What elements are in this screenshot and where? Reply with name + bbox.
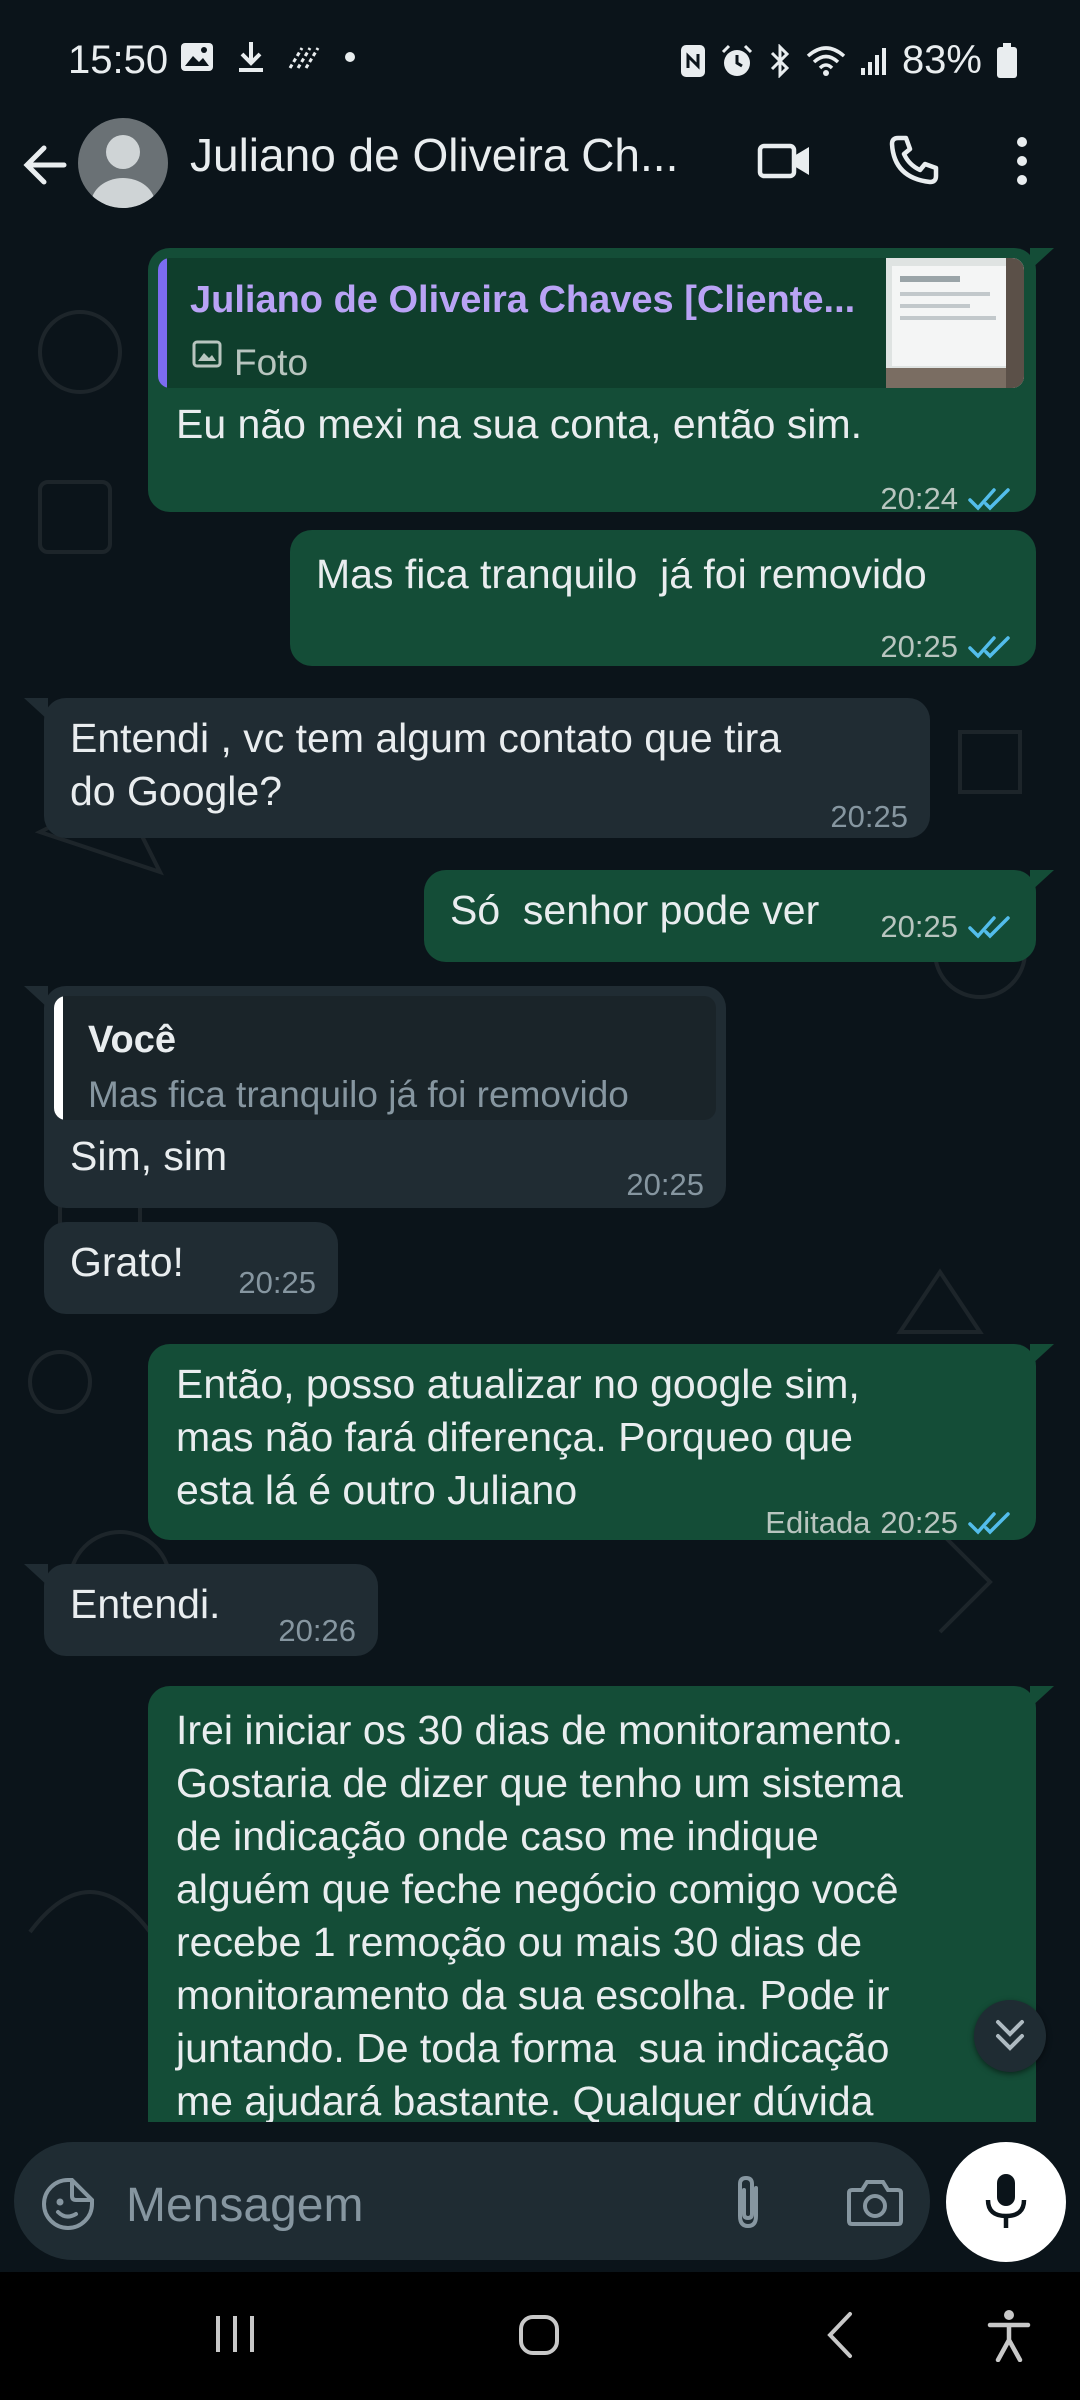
message-text: Entendi , vc tem algum contato que tira … <box>70 715 782 814</box>
gallery-icon <box>181 43 213 71</box>
bubble-tail <box>24 698 48 720</box>
status-left-icons <box>180 40 356 74</box>
message-text: Irei iniciar os 30 dias de monitoramento… <box>176 1707 903 2122</box>
read-ticks-icon <box>968 635 1010 659</box>
dot-icon <box>345 52 355 62</box>
message-text: Sim, sim <box>70 1133 228 1179</box>
message-meta: 20:26 <box>278 1604 356 1657</box>
more-options-icon[interactable] <box>1004 132 1040 190</box>
message-bubble-outgoing[interactable]: Só senhor pode ver 20:25 <box>424 870 1036 962</box>
accessibility-icon[interactable] <box>986 2308 1032 2362</box>
message-time: 20:25 <box>238 1265 316 1300</box>
message-meta: 20:24 <box>880 472 1012 525</box>
status-time: 15:50 <box>68 38 169 82</box>
status-right-icons: 83% <box>680 38 1018 83</box>
home-icon[interactable] <box>516 2312 562 2358</box>
message-text: Grato! <box>70 1239 184 1285</box>
read-ticks-icon <box>968 487 1010 511</box>
bubble-tail <box>24 986 48 1008</box>
message-input[interactable]: Mensagem <box>14 2142 930 2260</box>
voice-call-icon[interactable] <box>884 132 942 190</box>
photo-thumbnail-image <box>886 258 1024 388</box>
message-time: 20:26 <box>278 1613 356 1648</box>
battery-percent: 83% <box>901 38 982 82</box>
wifi-icon <box>806 45 846 76</box>
data-saver-icon <box>288 47 320 69</box>
message-meta: 20:25 <box>626 1158 704 1211</box>
message-text: Eu não mexi na sua conta, então sim. <box>176 401 863 447</box>
input-bar: Mensagem <box>0 2122 1080 2272</box>
quote-sender: Você <box>88 1019 177 1061</box>
message-meta: Editada 20:25 <box>765 1496 1012 1549</box>
message-time: 20:25 <box>880 909 958 944</box>
quote-bar <box>158 258 167 388</box>
nfc-icon <box>680 44 705 77</box>
back-nav-icon[interactable] <box>822 2310 858 2360</box>
message-bubble-incoming[interactable]: Entendi. 20:26 <box>44 1564 378 1656</box>
message-meta: 20:25 <box>238 1256 316 1309</box>
quote-text: Mas fica tranquilo já foi removido <box>88 1074 629 1115</box>
bubble-tail <box>1030 870 1054 892</box>
message-bubble-incoming[interactable]: Grato! 20:25 <box>44 1222 338 1314</box>
message-time: 20:25 <box>880 629 958 664</box>
message-bubble-outgoing[interactable]: Mas fica tranquilo já foi removido 20:25 <box>290 530 1036 666</box>
quoted-message[interactable]: Você Mas fica tranquilo já foi removido <box>54 996 716 1120</box>
bubble-tail <box>1030 1686 1054 1708</box>
photo-icon <box>192 340 222 368</box>
message-bubble-incoming[interactable]: Você Mas fica tranquilo já foi removido … <box>44 986 726 1208</box>
message-meta: 20:25 <box>880 900 1012 953</box>
chat-area[interactable]: Juliano de Oliveira Chaves [Cliente... F… <box>0 232 1080 2122</box>
attach-icon[interactable] <box>726 2172 770 2232</box>
mic-icon <box>985 2174 1027 2228</box>
quoted-message[interactable]: Juliano de Oliveira Chaves [Cliente... F… <box>158 258 1024 388</box>
scroll-to-bottom-button[interactable] <box>974 2000 1046 2072</box>
message-meta: 20:25 <box>880 620 1012 673</box>
message-bubble-outgoing[interactable]: Irei iniciar os 30 dias de monitoramento… <box>148 1686 1036 2122</box>
chat-header: Juliano de Oliveira Ch... <box>0 110 1080 232</box>
message-text: Só senhor pode ver <box>450 887 820 933</box>
download-icon <box>239 42 263 72</box>
message-text: Mas fica tranquilo já foi removido <box>316 551 927 597</box>
message-bubble-outgoing[interactable]: Então, posso atualizar no google sim, ma… <box>148 1344 1036 1540</box>
message-placeholder: Mensagem <box>126 2179 364 2232</box>
bubble-tail <box>1030 1344 1054 1366</box>
recent-apps-icon[interactable] <box>212 2312 258 2356</box>
video-call-icon[interactable] <box>756 132 814 190</box>
battery-icon <box>997 42 1017 78</box>
system-nav-bar <box>0 2272 1080 2400</box>
contact-name[interactable]: Juliano de Oliveira Ch... <box>190 128 710 182</box>
message-text: Entendi. <box>70 1581 221 1627</box>
quote-bar <box>54 996 63 1120</box>
voice-record-button[interactable] <box>946 2142 1066 2262</box>
back-arrow-icon[interactable] <box>18 138 72 192</box>
quote-label: Foto <box>234 342 309 383</box>
message-time: 20:25 <box>880 1505 958 1540</box>
message-bubble-incoming[interactable]: Entendi , vc tem algum contato que tira … <box>44 698 930 838</box>
edited-label: Editada <box>765 1505 871 1540</box>
bubble-tail <box>1030 248 1054 270</box>
message-bubble-outgoing[interactable]: Juliano de Oliveira Chaves [Cliente... F… <box>148 248 1036 516</box>
message-meta: 20:25 <box>830 790 908 843</box>
bluetooth-icon <box>770 43 790 78</box>
message-time: 20:25 <box>626 1167 704 1202</box>
photo-thumbnail[interactable] <box>886 258 1024 388</box>
quote-sender: Juliano de Oliveira Chaves [Cliente... <box>190 279 856 321</box>
camera-icon[interactable] <box>846 2176 904 2228</box>
status-bar: 15:50 83% <box>0 0 1080 120</box>
avatar-icon <box>91 135 155 208</box>
bubble-tail <box>24 1564 48 1586</box>
message-text: Então, posso atualizar no google sim, ma… <box>176 1361 860 1513</box>
message-time: 20:25 <box>830 799 908 834</box>
avatar[interactable] <box>78 118 168 208</box>
signal-icon <box>860 47 886 75</box>
double-chevron-down-icon <box>996 2020 1024 2051</box>
alarm-icon <box>721 44 752 76</box>
sticker-icon[interactable] <box>40 2176 96 2232</box>
read-ticks-icon <box>968 915 1010 939</box>
message-time: 20:24 <box>880 481 958 516</box>
read-ticks-icon <box>968 1511 1010 1535</box>
